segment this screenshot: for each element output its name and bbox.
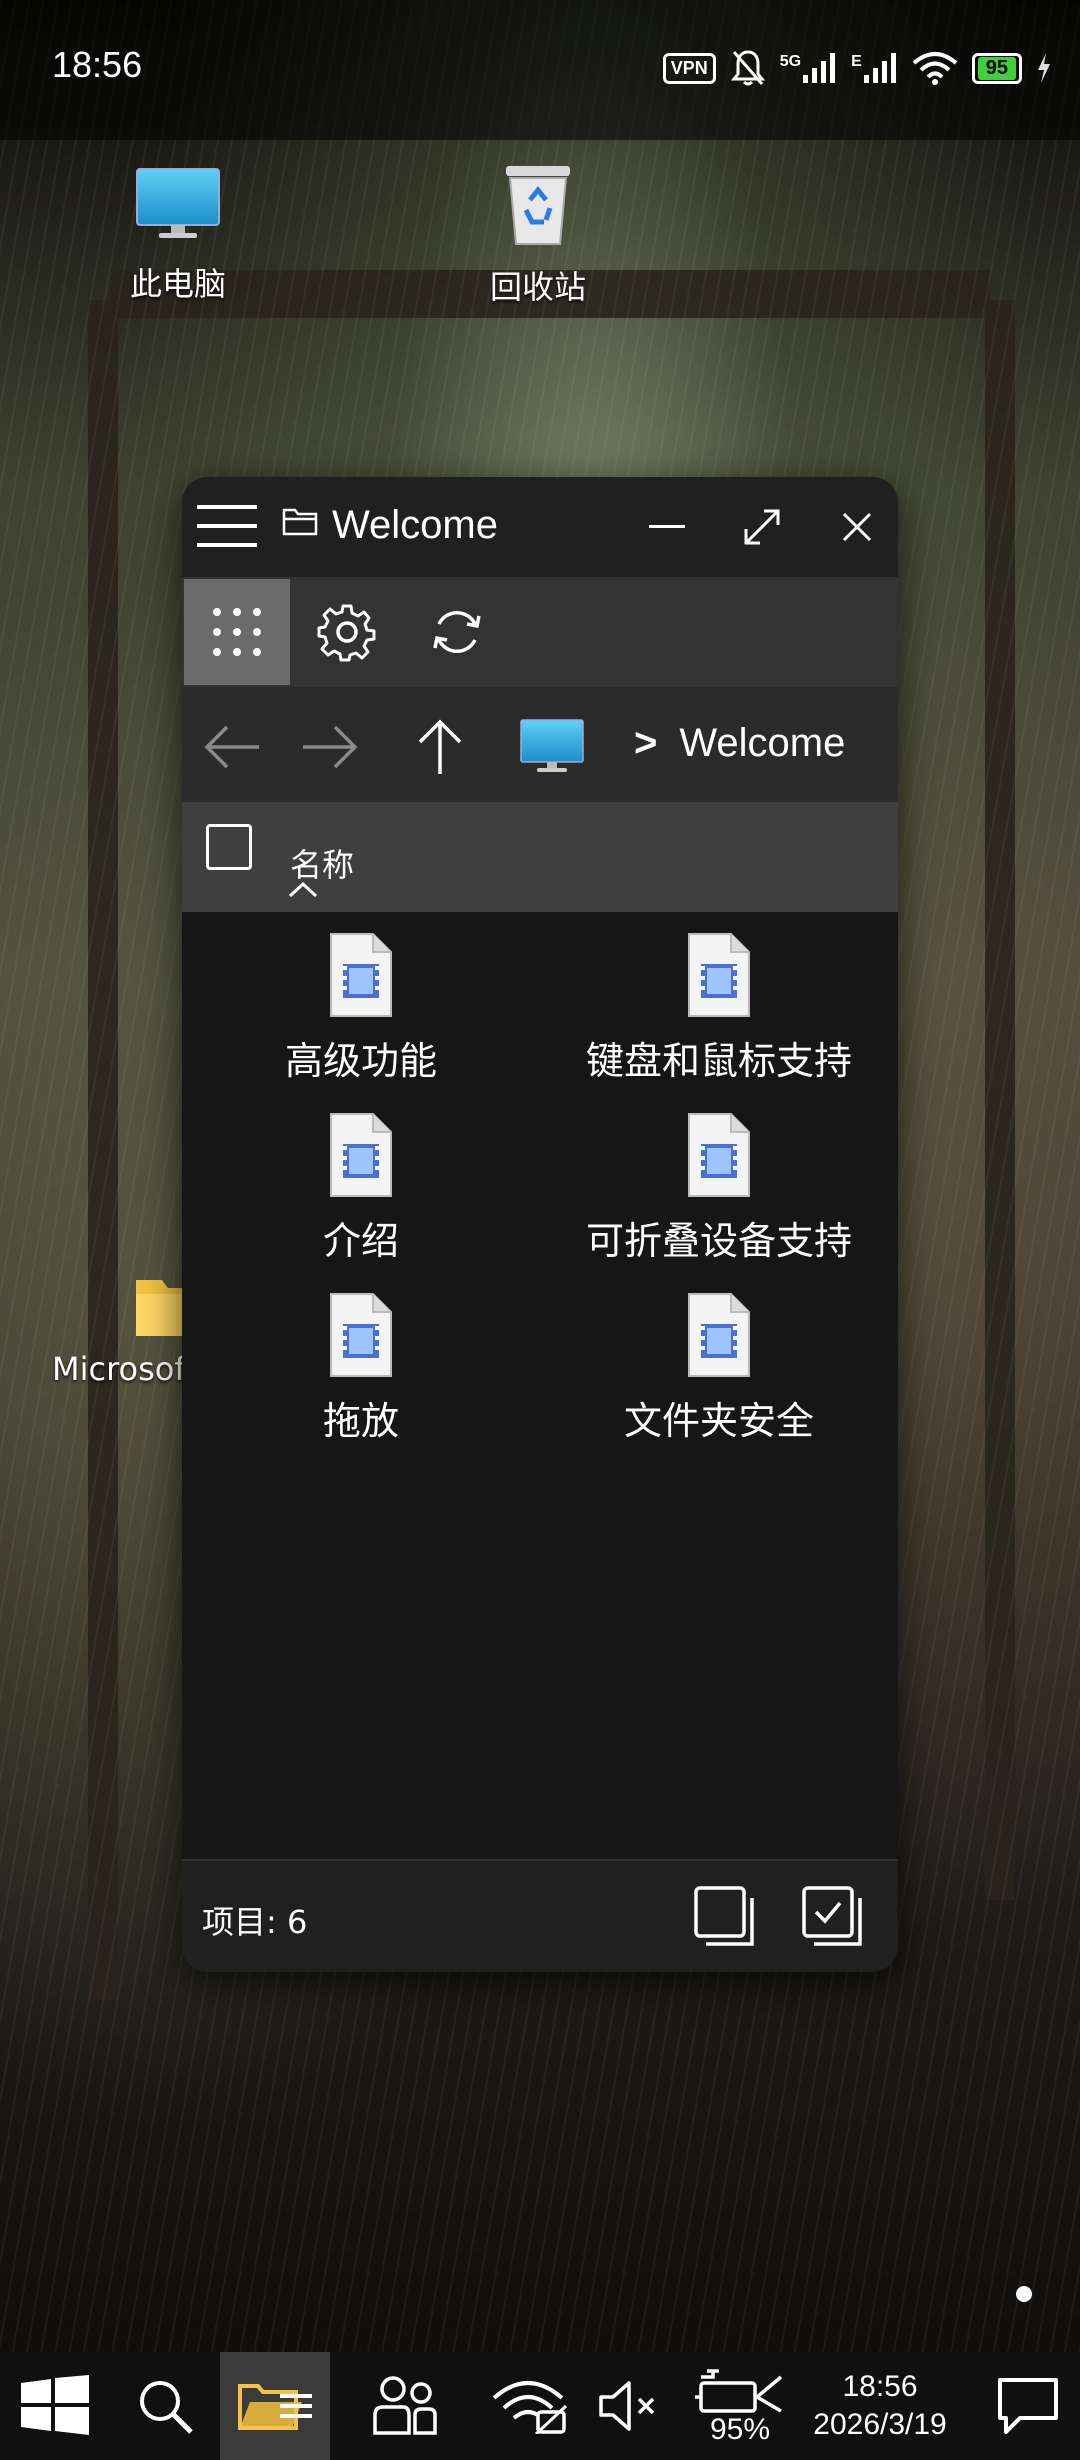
battery-percent: 95% [709,2413,771,2446]
folder-outline-icon [282,508,318,536]
wallpaper-door-frame-left [88,300,118,2000]
breadcrumb-current[interactable]: Welcome [679,721,845,766]
file-item[interactable]: 文件夹安全 [540,1292,898,1462]
people-icon [373,2376,437,2435]
windows-logo-icon [21,2375,89,2435]
close-icon [842,512,872,542]
desktop-icon-recycle-bin[interactable]: 回收站 [478,160,598,308]
file-item[interactable]: 高级功能 [182,932,540,1102]
volume-muted-icon [599,2381,655,2431]
select-all-button[interactable] [795,1879,871,1955]
title-bar[interactable]: Welcome [182,477,898,577]
signal-e: E [851,53,898,83]
apps-grid-button[interactable] [184,579,290,685]
network-button[interactable] [480,2352,580,2460]
battery-button[interactable]: 95% [690,2352,790,2460]
monitor-icon [520,719,584,772]
page-indicator-dot [1016,2286,1032,2302]
video-file-icon [688,933,750,1017]
search-button[interactable] [115,2352,215,2460]
grid-dots-icon [213,608,261,656]
item-count: 项目: 6 [202,1903,308,1941]
breadcrumb: > Welcome [634,721,845,766]
wallpaper-door-frame-right [985,300,1015,1900]
clock-date: 2026/3/19 [813,2408,947,2441]
minimize-button[interactable] [632,492,702,562]
video-file-icon [330,1113,392,1197]
file-item[interactable]: 键盘和鼠标支持 [540,932,898,1102]
signal-bars-icon [803,53,836,83]
back-button[interactable] [192,707,272,787]
status-time: 18:56 [52,44,143,85]
hamburger-menu-icon [197,505,257,547]
signal-5g: 5G [780,53,837,83]
start-button[interactable] [0,2352,110,2460]
refresh-icon [433,611,481,653]
close-button[interactable] [822,492,892,562]
volume-button[interactable] [588,2352,668,2460]
file-grid: 高级功能 键盘和鼠标支持 介绍 可折叠设备支持 拖放 文件夹安全 [182,912,898,1837]
wifi-settings-icon [492,2381,568,2434]
wifi-icon [912,52,958,85]
settings-button[interactable] [294,579,400,685]
deselect-all-button[interactable] [687,1879,763,1955]
select-all-checkbox[interactable] [204,822,254,872]
column-header: 名称 [182,802,898,912]
column-name-label: 名称 [290,846,355,884]
taskbar: 95% 18:56 2026/3/19 [0,2352,1080,2460]
window-title: Welcome [332,503,498,547]
search-icon [140,2381,193,2434]
clock-time: 18:56 [842,2370,918,2403]
contacts-button[interactable] [355,2352,455,2460]
battery-indicator: 95 [971,52,1022,84]
toolbar [182,577,898,687]
breadcrumb-this-pc[interactable] [512,712,592,782]
vpn-badge: VPN [662,52,716,84]
file-item[interactable]: 拖放 [182,1292,540,1462]
expand-icon [744,509,780,545]
folder-with-lines-icon [238,2384,312,2430]
recycle-bin-icon [506,166,570,245]
file-explorer-window: Welcome > Welcome 名称 高级功能 键盘和鼠标支持 介绍 可折叠… [182,477,898,1972]
video-file-icon [688,1113,750,1197]
status-bar: 18:56 VPN 5G E 95 [0,0,1080,140]
file-item[interactable]: 介绍 [182,1112,540,1282]
file-explorer-taskbar-button[interactable] [220,2352,330,2460]
checkbox-stack-icon [694,1886,754,1946]
video-file-icon [688,1293,750,1377]
video-file-icon [330,1293,392,1377]
navigation-bar: > Welcome [182,687,898,802]
file-item[interactable]: 可折叠设备支持 [540,1112,898,1282]
video-file-icon [330,933,392,1017]
arrow-up-icon [418,719,462,774]
checkbox-square [206,824,252,870]
chat-bubble-icon [997,2378,1058,2434]
sort-ascending-icon [288,882,318,898]
menu-button[interactable] [192,491,262,561]
status-icons: VPN 5G E 95 [662,48,1052,88]
status-footer: 项目: 6 [182,1859,898,1972]
minimize-icon [649,525,685,528]
column-name-header[interactable]: 名称 [288,840,355,898]
desktop-icon-this-pc[interactable]: 此电脑 [118,165,238,305]
maximize-button[interactable] [727,492,797,562]
refresh-button[interactable] [404,579,510,685]
charging-bolt-icon [1038,53,1050,83]
clock[interactable]: 18:56 2026/3/19 [800,2352,960,2460]
gear-icon [317,604,376,662]
forward-button[interactable] [290,707,370,787]
mute-bell-icon [730,50,765,86]
notifications-button[interactable] [975,2352,1080,2460]
arrow-right-icon [303,725,358,769]
breadcrumb-separator: > [634,721,658,765]
signal-bars-icon [863,53,896,83]
battery-charging-icon [695,2369,783,2413]
checked-box-stack-icon [802,1886,862,1946]
desktop-icon-folder[interactable]: Microsof [52,1270,212,1388]
monitor-icon [136,168,220,238]
arrow-left-icon [204,725,259,769]
parent-folder-button[interactable] [400,707,480,787]
